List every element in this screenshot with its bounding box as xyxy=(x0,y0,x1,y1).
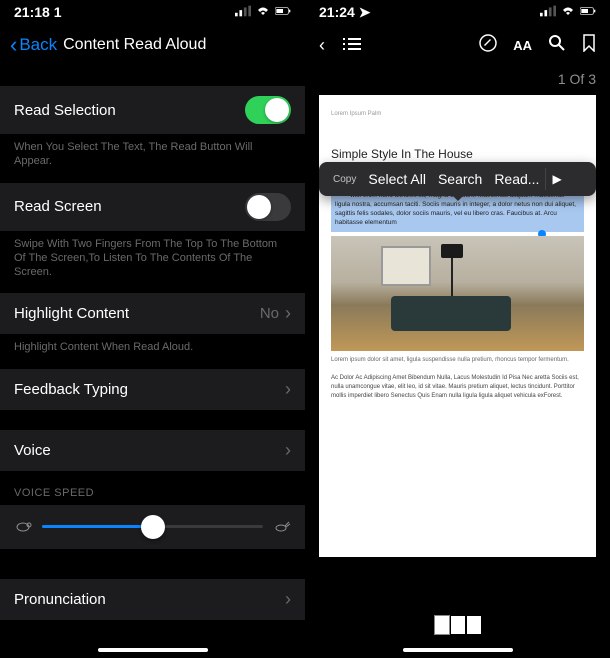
read-screen-description: Swipe With Two Fingers From The Top To T… xyxy=(0,231,305,294)
chevron-left-icon[interactable]: ‹ xyxy=(10,32,17,58)
location-icon: ➤ xyxy=(359,4,371,20)
document-page[interactable]: Lorem Ipsum Palm Simple Style In The Hou… xyxy=(319,95,596,557)
search-icon[interactable] xyxy=(548,34,566,57)
voice-speed-slider[interactable] xyxy=(42,525,263,528)
page-thumbnails xyxy=(305,610,610,640)
read-selection-row[interactable]: Read Selection xyxy=(0,86,305,134)
thumbnail-page-2[interactable] xyxy=(451,616,465,634)
rabbit-icon xyxy=(273,519,291,535)
back-button[interactable]: ‹ xyxy=(319,35,325,56)
settings-screen: 21:18 1 ‹ Back Content Read Aloud Read S… xyxy=(0,0,305,658)
chevron-right-icon: › xyxy=(285,379,291,400)
article-image xyxy=(331,236,584,351)
image-caption: Lorem ipsum dolor sit amet, ligula suspe… xyxy=(331,357,584,365)
page-title: Content Read Aloud xyxy=(63,36,206,54)
search-menu-item[interactable]: Search xyxy=(432,171,488,187)
doc-title: Simple Style In The House xyxy=(331,147,584,161)
turtle-icon xyxy=(14,519,32,535)
read-screen-row[interactable]: Read Screen xyxy=(0,183,305,231)
status-indicators xyxy=(235,4,291,20)
settings-list: Read Selection When You Select The Text,… xyxy=(0,86,305,620)
slider-thumb[interactable] xyxy=(141,515,165,539)
signal-icon xyxy=(540,4,556,20)
voice-speed-slider-row xyxy=(0,505,305,549)
wifi-icon xyxy=(560,4,576,20)
contents-icon[interactable] xyxy=(343,35,361,56)
feedback-typing-label: Feedback Typing xyxy=(14,381,128,398)
read-selection-toggle[interactable] xyxy=(245,96,291,124)
chevron-right-icon: › xyxy=(285,303,291,324)
read-menu-item[interactable]: Read... xyxy=(488,171,545,187)
home-indicator[interactable] xyxy=(98,648,208,652)
status-bar: 21:24 ➤ xyxy=(305,0,610,24)
page-indicator: 1 Of 3 xyxy=(305,67,610,95)
reader-screen: 21:24 ➤ ‹ AA xyxy=(305,0,610,658)
wifi-icon xyxy=(255,4,271,20)
text-size-icon[interactable]: AA xyxy=(513,38,532,53)
status-indicators xyxy=(540,4,596,20)
battery-icon xyxy=(275,4,291,20)
text-context-menu: Copy Select All Search Read... ▶ xyxy=(319,162,596,196)
status-bar: 21:18 1 xyxy=(0,0,305,24)
body-paragraph: Ac Dolor Ac Adipiscing Amet Bibendum Nul… xyxy=(331,374,584,401)
bookmark-icon[interactable] xyxy=(582,34,596,57)
read-selection-description: When You Select The Text, The Read Butto… xyxy=(0,134,305,183)
voice-row[interactable]: Voice › xyxy=(0,430,305,471)
signal-icon xyxy=(235,4,251,20)
voice-speed-header: VOICE SPEED xyxy=(0,471,305,505)
doc-header: Lorem Ipsum Palm xyxy=(331,111,584,117)
menu-more-icon[interactable]: ▶ xyxy=(545,168,567,190)
read-screen-toggle[interactable] xyxy=(245,193,291,221)
pronunciation-row[interactable]: Pronunciation › xyxy=(0,579,305,620)
status-time: 21:24 ➤ xyxy=(319,4,370,21)
chevron-right-icon: › xyxy=(285,440,291,461)
annotate-icon[interactable] xyxy=(479,34,497,57)
back-button[interactable]: Back xyxy=(19,35,57,55)
highlight-content-row[interactable]: Highlight Content No › xyxy=(0,293,305,334)
home-indicator[interactable] xyxy=(403,648,513,652)
highlight-content-label: Highlight Content xyxy=(14,305,129,322)
nav-header: ‹ Back Content Read Aloud xyxy=(0,24,305,66)
copy-menu-item[interactable]: Copy xyxy=(327,174,362,185)
select-all-menu-item[interactable]: Select All xyxy=(362,171,432,187)
read-screen-label: Read Screen xyxy=(14,198,102,215)
highlight-description: Highlight Content When Read Aloud. xyxy=(0,334,305,368)
pronunciation-label: Pronunciation xyxy=(14,591,106,608)
reader-toolbar: ‹ AA xyxy=(305,24,610,67)
chevron-right-icon: › xyxy=(285,589,291,610)
read-selection-label: Read Selection xyxy=(14,102,116,119)
highlight-value: No xyxy=(260,305,279,322)
status-time: 21:18 1 xyxy=(14,4,61,20)
feedback-typing-row[interactable]: Feedback Typing › xyxy=(0,369,305,410)
battery-icon xyxy=(580,4,596,20)
voice-label: Voice xyxy=(14,442,51,459)
thumbnail-page-1[interactable] xyxy=(435,616,449,634)
thumbnail-page-3[interactable] xyxy=(467,616,481,634)
